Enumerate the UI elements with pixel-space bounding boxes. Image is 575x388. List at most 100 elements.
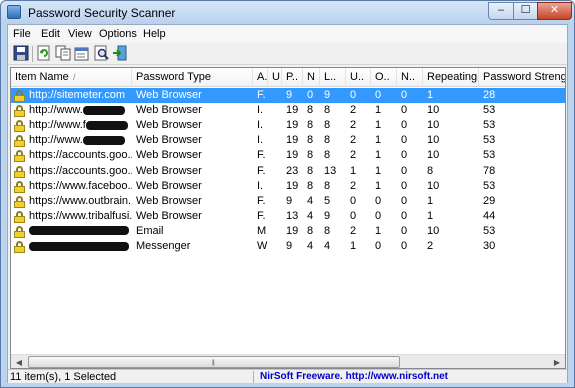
column-header-p[interactable]: P.. xyxy=(282,68,303,87)
item-name-text: https://accounts.goo... xyxy=(29,149,132,162)
table-row[interactable]: http://www.f Web Browser I. 19 8 8 2 1 0 10 53 xyxy=(11,118,565,133)
exit-icon[interactable] xyxy=(112,45,130,63)
table-row[interactable]: https://accounts.goo... Web Browser F. 19 8 8… xyxy=(11,148,565,163)
item-name-text: https://www.faceboo... xyxy=(29,179,132,192)
cell-p: 13 xyxy=(286,209,299,222)
cell-strength: 29 xyxy=(483,194,496,207)
refresh-icon[interactable] xyxy=(36,45,54,63)
cell-item-name xyxy=(11,224,132,239)
table-row[interactable]: https://www.tribalfusi... Web Browser F. 13… xyxy=(11,209,565,224)
cell-n: 8 xyxy=(307,149,314,162)
menu-file[interactable]: File xyxy=(13,28,31,40)
table-row[interactable]: http://sitemeter.com Web Browser F. 9 0 9 0 0 0 1… xyxy=(11,88,565,103)
cell-repeating: 10 xyxy=(427,149,440,162)
menu-options[interactable]: Options xyxy=(99,28,137,40)
minimize-button[interactable]: – xyxy=(488,2,514,20)
cell-u xyxy=(268,148,282,163)
cell-l: 8 xyxy=(324,149,331,162)
cell-type: Web Browser xyxy=(136,194,202,207)
lock-icon xyxy=(14,165,25,178)
cell-l: 9 xyxy=(324,89,331,101)
column-header-item-name[interactable]: Item Name / xyxy=(11,68,132,87)
cell-type: Web Browser xyxy=(136,209,202,222)
table-row[interactable]: https://accounts.goo... Web Browser F. 23 8 1… xyxy=(11,164,565,179)
lock-icon xyxy=(14,90,25,102)
copy-icon[interactable] xyxy=(55,45,73,63)
cell-p: 9 xyxy=(286,89,293,101)
item-name-text: https://www.tribalfusi... xyxy=(29,209,132,222)
table-row[interactable]: https://www.faceboo... Web Browser I. 19 8 8 2… xyxy=(11,179,565,194)
cell-a: F. xyxy=(257,209,266,222)
cell-l: 8 xyxy=(324,224,331,237)
column-header-repeating[interactable]: Repeating xyxy=(423,68,479,87)
cell-item-name: https://www.faceboo... xyxy=(11,179,132,194)
column-header-n2[interactable]: N.. xyxy=(397,68,423,87)
column-header-a[interactable]: A. xyxy=(253,68,268,87)
cell-strength: 30 xyxy=(483,240,496,252)
column-header-l[interactable]: L.. xyxy=(320,68,346,87)
cell-u2: 0 xyxy=(350,194,357,207)
table-row[interactable]: http://www. Web Browser I. 19 8 8 2 1 0 10 53 xyxy=(11,103,565,118)
menu-help[interactable]: Help xyxy=(143,28,166,40)
menu-bar: File Edit View Options Help xyxy=(8,25,567,43)
close-button[interactable]: ✕ xyxy=(537,2,572,20)
cell-type: Web Browser xyxy=(136,179,202,192)
column-header-o[interactable]: O.. xyxy=(371,68,397,87)
status-count: 11 item(s), 1 Selected xyxy=(10,371,254,383)
column-header-label: Item Name xyxy=(15,71,69,83)
table-row[interactable]: Email M 19 8 8 2 1 0 10 53 xyxy=(11,224,565,239)
column-header-password-strength[interactable]: Password Strength xyxy=(479,68,565,87)
cell-l: 8 xyxy=(324,119,331,132)
scroll-thumb[interactable]: ||| xyxy=(28,356,400,368)
column-header-u[interactable]: U xyxy=(268,68,282,87)
table-row[interactable]: https://www.outbrain... Web Browser F. 9 4 5 0… xyxy=(11,194,565,209)
menu-view[interactable]: View xyxy=(68,28,92,40)
scroll-left-icon[interactable]: ◀ xyxy=(11,355,27,368)
cell-type: Email xyxy=(136,224,164,237)
cell-item-name: https://accounts.goo... xyxy=(11,164,132,179)
table-row[interactable]: Messenger W 9 4 4 1 0 0 2 30 xyxy=(11,239,565,254)
cell-p: 9 xyxy=(286,240,293,252)
cell-repeating: 1 xyxy=(427,209,434,222)
cell-n2: 0 xyxy=(401,164,408,177)
cell-repeating: 8 xyxy=(427,164,434,177)
cell-type: Web Browser xyxy=(136,104,202,117)
cell-n: 4 xyxy=(307,240,314,252)
save-icon[interactable] xyxy=(13,45,31,63)
lock-icon xyxy=(14,210,25,223)
cell-o: 0 xyxy=(375,194,382,207)
cell-strength: 78 xyxy=(483,164,496,177)
column-header-password-type[interactable]: Password Type xyxy=(132,68,253,87)
cell-n: 8 xyxy=(307,224,314,237)
cell-a: I. xyxy=(257,134,264,147)
cell-strength: 53 xyxy=(483,179,496,192)
maximize-button[interactable]: ☐ xyxy=(513,2,538,20)
results-list[interactable]: Item Name / Password Type A. U P.. N L.. … xyxy=(10,67,566,369)
cell-p: 23 xyxy=(286,164,299,177)
column-header-u2[interactable]: U.. xyxy=(346,68,371,87)
cell-a: M xyxy=(257,224,267,237)
find-icon[interactable] xyxy=(94,45,112,63)
cell-u2: 2 xyxy=(350,224,357,237)
scroll-right-icon[interactable]: ▶ xyxy=(549,355,565,368)
cell-l: 8 xyxy=(324,104,331,117)
table-row[interactable]: http://www. Web Browser I. 19 8 8 2 1 0 10 53 xyxy=(11,133,565,148)
menu-edit[interactable]: Edit xyxy=(41,28,60,40)
redaction-mark xyxy=(82,105,125,115)
cell-p: 9 xyxy=(286,194,293,207)
column-header-n[interactable]: N xyxy=(303,68,320,87)
cell-repeating: 10 xyxy=(427,104,440,117)
properties-icon[interactable] xyxy=(74,45,92,63)
lock-icon xyxy=(14,180,25,193)
cell-u2: 2 xyxy=(350,104,357,117)
cell-n2: 0 xyxy=(401,134,408,147)
cell-u xyxy=(268,164,282,179)
cell-n2: 0 xyxy=(401,89,408,101)
cell-a: F. xyxy=(257,149,266,162)
cell-u2: 1 xyxy=(350,240,357,252)
title-bar[interactable]: Password Security Scanner – ☐ ✕ xyxy=(1,1,574,24)
cell-o: 0 xyxy=(375,240,382,252)
status-credit-link[interactable]: NirSoft Freeware. http://www.nirsoft.net xyxy=(260,371,448,383)
horizontal-scrollbar[interactable]: ◀ ||| ▶ xyxy=(11,354,565,368)
cell-u2: 2 xyxy=(350,179,357,192)
